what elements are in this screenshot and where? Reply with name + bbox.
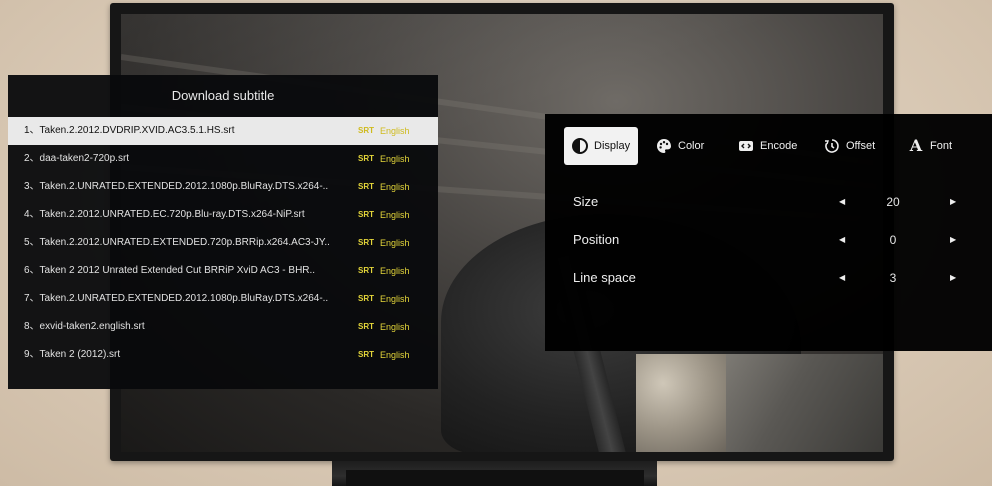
display-contrast-icon bbox=[572, 138, 588, 154]
format-badge: SRT bbox=[358, 238, 374, 247]
language-label: English bbox=[380, 238, 410, 248]
setting-value: 0 bbox=[889, 233, 897, 247]
subtitle-item[interactable]: 7、Taken.2.UNRATED.EXTENDED.2012.1080p.Bl… bbox=[8, 285, 438, 313]
tab-label: Encode bbox=[760, 140, 798, 152]
subtitle-item[interactable]: 5、Taken.2.2012.UNRATED.EXTENDED.720p.BRR… bbox=[8, 229, 438, 257]
download-subtitle-panel: Download subtitle 1、Taken.2.2012.DVDRIP.… bbox=[8, 75, 438, 389]
subtitle-filename: 6、Taken 2 2012 Unrated Extended Cut BRRi… bbox=[24, 265, 316, 276]
font-letter-icon: A bbox=[909, 136, 923, 155]
setting-row-size: Size ◀ 20 ▶ bbox=[573, 190, 973, 214]
language-label: English bbox=[380, 210, 410, 220]
subtitle-filename: 3、Taken.2.UNRATED.EXTENDED.2012.1080p.Bl… bbox=[24, 181, 329, 192]
tab-label: Display bbox=[594, 140, 631, 152]
horse-mane bbox=[726, 354, 883, 452]
subtitle-filename: 1、Taken.2.2012.DVDRIP.XVID.AC3.5.1.HS.sr… bbox=[24, 125, 235, 136]
subtitle-list: 1、Taken.2.2012.DVDRIP.XVID.AC3.5.1.HS.sr… bbox=[8, 117, 438, 369]
subtitle-filename: 2、daa-taken2-720p.srt bbox=[24, 153, 130, 164]
settings-tabs: Display Color Encode Offset A Font bbox=[564, 127, 984, 165]
format-badge: SRT bbox=[358, 266, 374, 275]
setting-label: Position bbox=[573, 232, 620, 247]
subtitle-filename: 9、Taken 2 (2012).srt bbox=[24, 349, 121, 360]
setting-label: Line space bbox=[573, 270, 636, 285]
language-label: English bbox=[380, 350, 410, 360]
setting-value: 3 bbox=[889, 271, 897, 285]
subtitle-filename: 7、Taken.2.UNRATED.EXTENDED.2012.1080p.Bl… bbox=[24, 293, 329, 304]
language-label: English bbox=[380, 126, 410, 136]
tab-label: Color bbox=[678, 140, 705, 152]
increase-arrow-icon[interactable]: ▶ bbox=[950, 190, 956, 214]
language-label: English bbox=[380, 266, 410, 276]
format-badge: SRT bbox=[358, 294, 374, 303]
palette-icon bbox=[656, 138, 672, 154]
setting-row-position: Position ◀ 0 ▶ bbox=[573, 228, 973, 252]
setting-value: 20 bbox=[886, 195, 900, 209]
panel-title: Download subtitle bbox=[171, 88, 275, 103]
decrease-arrow-icon[interactable]: ◀ bbox=[839, 266, 845, 290]
format-badge: SRT bbox=[358, 350, 374, 359]
increase-arrow-icon[interactable]: ▶ bbox=[950, 228, 956, 252]
subtitle-item[interactable]: 9、Taken 2 (2012).srt SRT English bbox=[8, 341, 438, 369]
tab-color[interactable]: Color bbox=[656, 127, 704, 165]
tab-label: Offset bbox=[846, 140, 876, 152]
setting-row-line-space: Line space ◀ 3 ▶ bbox=[573, 266, 973, 290]
subtitle-filename: 4、Taken.2.2012.UNRATED.EC.720p.Blu-ray.D… bbox=[24, 209, 305, 220]
tab-label: Font bbox=[930, 140, 953, 152]
subtitle-settings-panel: Display Color Encode Offset A Font Size … bbox=[545, 114, 992, 351]
fleece-pad bbox=[636, 354, 726, 452]
subtitle-item[interactable]: 4、Taken.2.2012.UNRATED.EC.720p.Blu-ray.D… bbox=[8, 201, 438, 229]
format-badge: SRT bbox=[358, 182, 374, 191]
tab-font[interactable]: A Font bbox=[908, 127, 952, 165]
decrease-arrow-icon[interactable]: ◀ bbox=[839, 190, 845, 214]
subtitle-item[interactable]: 6、Taken 2 2012 Unrated Extended Cut BRRi… bbox=[8, 257, 438, 285]
subtitle-item[interactable]: 2、daa-taken2-720p.srt SRT English bbox=[8, 145, 438, 173]
format-badge: SRT bbox=[358, 154, 374, 163]
code-icon bbox=[738, 138, 754, 154]
increase-arrow-icon[interactable]: ▶ bbox=[950, 266, 956, 290]
tab-display[interactable]: Display bbox=[564, 127, 639, 165]
tv-stand-base bbox=[346, 470, 644, 486]
setting-label: Size bbox=[573, 194, 599, 209]
format-badge: SRT bbox=[358, 210, 374, 219]
tab-offset[interactable]: Offset bbox=[824, 127, 875, 165]
tab-encode[interactable]: Encode bbox=[738, 127, 797, 165]
decrease-arrow-icon[interactable]: ◀ bbox=[839, 228, 845, 252]
subtitle-item[interactable]: 1、Taken.2.2012.DVDRIP.XVID.AC3.5.1.HS.sr… bbox=[8, 117, 438, 145]
subtitle-item[interactable]: 3、Taken.2.UNRATED.EXTENDED.2012.1080p.Bl… bbox=[8, 173, 438, 201]
language-label: English bbox=[380, 154, 410, 164]
subtitle-item[interactable]: 8、exvid-taken2.english.srt SRT English bbox=[8, 313, 438, 341]
language-label: English bbox=[380, 294, 410, 304]
timer-icon bbox=[824, 138, 840, 154]
language-label: English bbox=[380, 322, 410, 332]
subtitle-filename: 5、Taken.2.2012.UNRATED.EXTENDED.720p.BRR… bbox=[24, 237, 330, 248]
language-label: English bbox=[380, 182, 410, 192]
subtitle-filename: 8、exvid-taken2.english.srt bbox=[24, 321, 145, 332]
format-badge: SRT bbox=[358, 126, 374, 135]
format-badge: SRT bbox=[358, 322, 374, 331]
